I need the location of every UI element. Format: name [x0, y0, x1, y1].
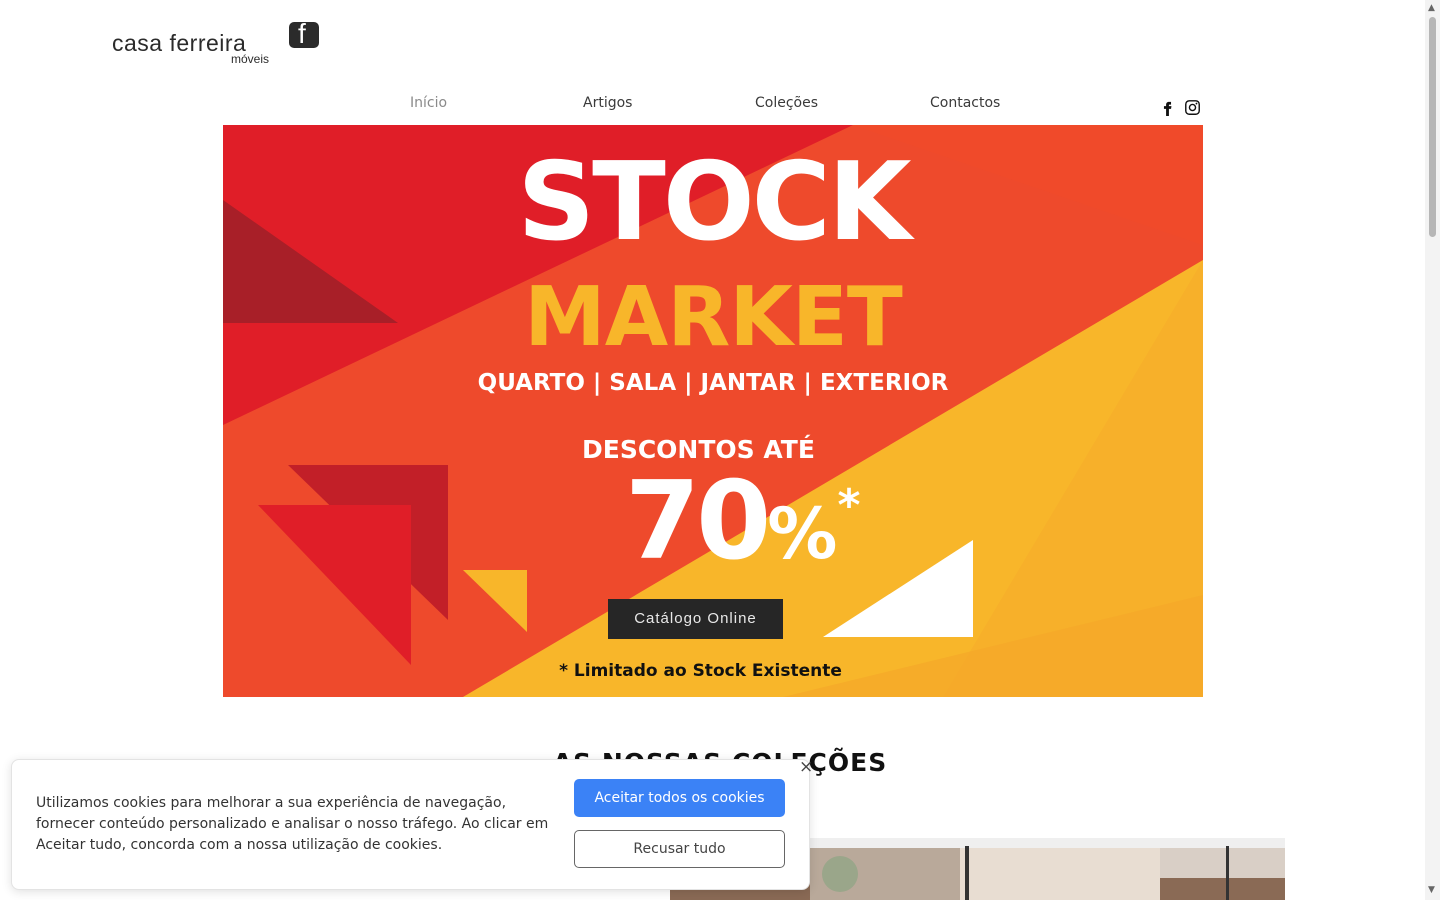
brand-logo[interactable]: casa ferreira móveis f [112, 18, 322, 68]
discount-percent: % [767, 493, 838, 575]
hero-discount-value: 70%* [625, 465, 860, 578]
scroll-thumb[interactable] [1429, 17, 1436, 237]
scroll-up-icon[interactable]: ▲ [1428, 3, 1435, 13]
instagram-icon[interactable] [1184, 99, 1201, 116]
logo-mark-icon: f [289, 18, 319, 49]
main-nav: Início Artigos Coleções Contactos [0, 95, 1440, 115]
catalog-button[interactable]: Catálogo Online [608, 599, 783, 639]
page-scrollbar[interactable]: ▲ ▼ [1425, 0, 1440, 900]
nav-item-contactos[interactable]: Contactos [930, 95, 1000, 111]
hero-title-stock: STOCK [517, 140, 911, 265]
hero-footnote: * Limitado ao Stock Existente [559, 661, 842, 681]
hero-title-market: MARKET [524, 270, 903, 365]
nav-item-artigos[interactable]: Artigos [583, 95, 632, 111]
brand-subtitle: móveis [231, 52, 270, 66]
accept-cookies-button[interactable]: Aceitar todos os cookies [574, 779, 785, 817]
facebook-icon[interactable] [1159, 99, 1176, 116]
cookie-message: Utilizamos cookies para melhorar a sua e… [36, 795, 549, 853]
refuse-cookies-button[interactable]: Recusar tudo [574, 830, 785, 868]
brand-name: casa ferreira [112, 30, 247, 56]
hero-categories: QUARTO | SALA | JANTAR | EXTERIOR [477, 370, 949, 396]
hero-banner: STOCK MARKET QUARTO | SALA | JANTAR | EX… [223, 125, 1203, 697]
discount-number: 70 [625, 459, 771, 584]
nav-item-colecoes[interactable]: Coleções [755, 95, 818, 111]
close-icon[interactable]: × [799, 757, 813, 777]
cookie-banner: Utilizamos cookies para melhorar a sua e… [11, 757, 813, 890]
scroll-down-icon[interactable]: ▼ [1428, 885, 1435, 895]
discount-asterisk: * [837, 480, 861, 531]
nav-item-inicio[interactable]: Início [410, 95, 447, 111]
